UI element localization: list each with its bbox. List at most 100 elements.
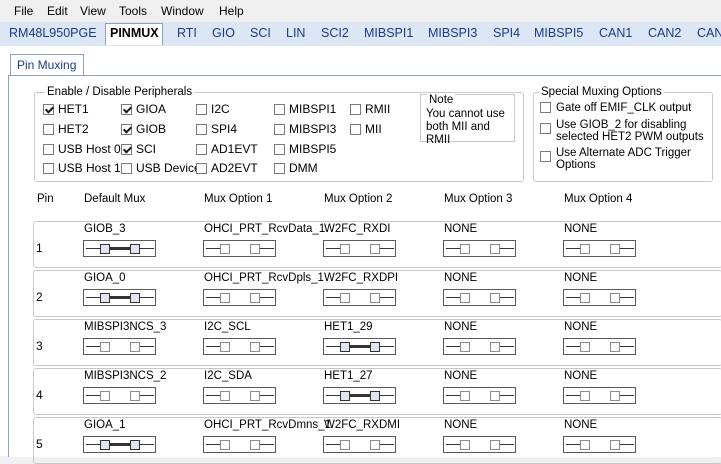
checkbox-box[interactable] <box>196 104 207 115</box>
mux-switch[interactable] <box>443 436 516 453</box>
mux-switch[interactable] <box>83 436 156 453</box>
mux-switch[interactable] <box>563 240 636 257</box>
checkbox-box[interactable] <box>350 104 361 115</box>
checkbox-box[interactable] <box>43 163 54 174</box>
peripheral-checkbox-sci[interactable]: SCI <box>121 142 156 156</box>
peripheral-checkbox-mii[interactable]: MII <box>350 122 382 136</box>
special-option-checkbox[interactable] <box>540 123 551 134</box>
checkbox-label: AD2EVT <box>211 161 258 175</box>
peripheral-checkbox-mibspi1[interactable]: MIBSPI1 <box>274 102 336 116</box>
peripheral-checkbox-ad1evt[interactable]: AD1EVT <box>196 142 258 156</box>
special-option-checkbox[interactable] <box>540 102 551 113</box>
menu-edit[interactable]: Edit <box>47 4 68 18</box>
checkbox-box[interactable] <box>196 144 207 155</box>
menu-help[interactable]: Help <box>219 4 244 18</box>
checkbox-box[interactable] <box>43 144 54 155</box>
mux-switch[interactable] <box>323 436 396 453</box>
mux-switch[interactable] <box>563 387 636 404</box>
menu-view[interactable]: View <box>80 4 106 18</box>
mux-switch[interactable] <box>443 338 516 355</box>
note-box: Note You cannot use both MII and RMII <box>420 94 515 146</box>
peripheral-checkbox-mibspi5[interactable]: MIBSPI5 <box>274 142 336 156</box>
checkbox-box[interactable] <box>121 144 132 155</box>
checkbox-box[interactable] <box>196 124 207 135</box>
checkbox-box[interactable] <box>43 104 54 115</box>
mux-switch[interactable] <box>323 240 396 257</box>
mux-switch[interactable] <box>203 436 276 453</box>
mux-option-label: NONE <box>444 419 478 431</box>
peripheral-checkbox-het2[interactable]: HET2 <box>43 122 89 136</box>
mux-switch[interactable] <box>323 387 396 404</box>
mux-switch[interactable] <box>83 240 156 257</box>
mux-switch[interactable] <box>203 338 276 355</box>
special-option-label: Use GIOB_2 for disabling selected HET2 PW… <box>556 119 704 143</box>
mux-switch[interactable] <box>563 289 636 306</box>
tab-sci[interactable]: SCI <box>250 26 271 40</box>
checkbox-label: HET2 <box>58 122 89 136</box>
peripheral-checkbox-dmm[interactable]: DMM <box>274 161 318 175</box>
menu-tools[interactable]: Tools <box>119 4 147 18</box>
subtab-pin-muxing[interactable]: Pin Muxing <box>10 54 84 76</box>
mux-switch[interactable] <box>563 436 636 453</box>
peripheral-checkbox-gioa[interactable]: GIOA <box>121 102 166 116</box>
checkbox-box[interactable] <box>274 144 285 155</box>
mux-option-label: W2FC_RXDI <box>324 223 391 235</box>
peripheral-checkbox-i2c[interactable]: I2C <box>196 102 230 116</box>
peripheral-checkbox-het1[interactable]: HET1 <box>43 102 89 116</box>
checkbox-box[interactable] <box>121 163 132 174</box>
checkbox-box[interactable] <box>274 104 285 115</box>
checkbox-box[interactable] <box>196 163 207 174</box>
tab-can2[interactable]: CAN2 <box>648 26 681 40</box>
mux-switch[interactable] <box>83 387 156 404</box>
checkbox-box[interactable] <box>121 104 132 115</box>
mux-switch[interactable] <box>83 289 156 306</box>
mux-switch[interactable] <box>203 289 276 306</box>
peripheral-checkbox-giob[interactable]: GIOB <box>121 122 166 136</box>
mux-switch[interactable] <box>203 240 276 257</box>
mux-switch[interactable] <box>443 387 516 404</box>
mux-option-label: W2FC_RXDMI <box>324 419 401 431</box>
mux-option-label: HET1_27 <box>324 370 373 382</box>
tab-sci2[interactable]: SCI2 <box>321 26 349 40</box>
column-header-mux-option-3: Mux Option 3 <box>444 193 513 205</box>
tab-mibspi1[interactable]: MIBSPI1 <box>364 26 413 40</box>
checkbox-box[interactable] <box>350 124 361 135</box>
tab-mibspi5[interactable]: MIBSPI5 <box>534 26 583 40</box>
peripheral-checkbox-usb-device[interactable]: USB Device <box>121 161 201 175</box>
checkbox-label: I2C <box>211 102 230 116</box>
tab-pinmux[interactable]: PINMUX <box>105 23 163 45</box>
tab-can1[interactable]: CAN1 <box>599 26 632 40</box>
mux-switch[interactable] <box>563 338 636 355</box>
checkbox-box[interactable] <box>274 124 285 135</box>
tab-rm48l950pge[interactable]: RM48L950PGE <box>9 26 97 40</box>
menu-window[interactable]: Window <box>161 4 204 18</box>
tab-spi4[interactable]: SPI4 <box>493 26 520 40</box>
peripheral-checkbox-spi4[interactable]: SPI4 <box>196 122 237 136</box>
mux-switch[interactable] <box>443 289 516 306</box>
mux-option-label: NONE <box>564 321 598 333</box>
mux-switch[interactable] <box>323 289 396 306</box>
peripheral-checkbox-mibspi3[interactable]: MIBSPI3 <box>274 122 336 136</box>
mux-switch[interactable] <box>83 338 156 355</box>
menu-bar: File Edit View Tools Window Help <box>0 0 721 22</box>
menu-file[interactable]: File <box>14 4 33 18</box>
checkbox-label: GIOA <box>136 102 167 116</box>
peripheral-checkbox-ad2evt[interactable]: AD2EVT <box>196 161 258 175</box>
checkbox-box[interactable] <box>121 124 132 135</box>
mux-switch[interactable] <box>323 338 396 355</box>
checkbox-label: DMM <box>289 161 318 175</box>
checkbox-box[interactable] <box>274 163 285 174</box>
special-option-checkbox[interactable] <box>540 151 551 162</box>
tab-gio[interactable]: GIO <box>212 26 235 40</box>
tab-rti[interactable]: RTI <box>177 26 197 40</box>
peripheral-checkbox-rmii[interactable]: RMII <box>350 102 390 116</box>
checkbox-box[interactable] <box>43 124 54 135</box>
tab-lin[interactable]: LIN <box>286 26 305 40</box>
mux-switch[interactable] <box>443 240 516 257</box>
tab-mibspi3[interactable]: MIBSPI3 <box>428 26 477 40</box>
tab-can3[interactable]: CAN3 <box>697 26 721 40</box>
peripheral-checkbox-usb-host-1[interactable]: USB Host 1 <box>43 161 121 175</box>
peripheral-checkbox-usb-host-0[interactable]: USB Host 0 <box>43 142 121 156</box>
checkbox-label: MIBSPI1 <box>289 102 337 116</box>
mux-switch[interactable] <box>203 387 276 404</box>
